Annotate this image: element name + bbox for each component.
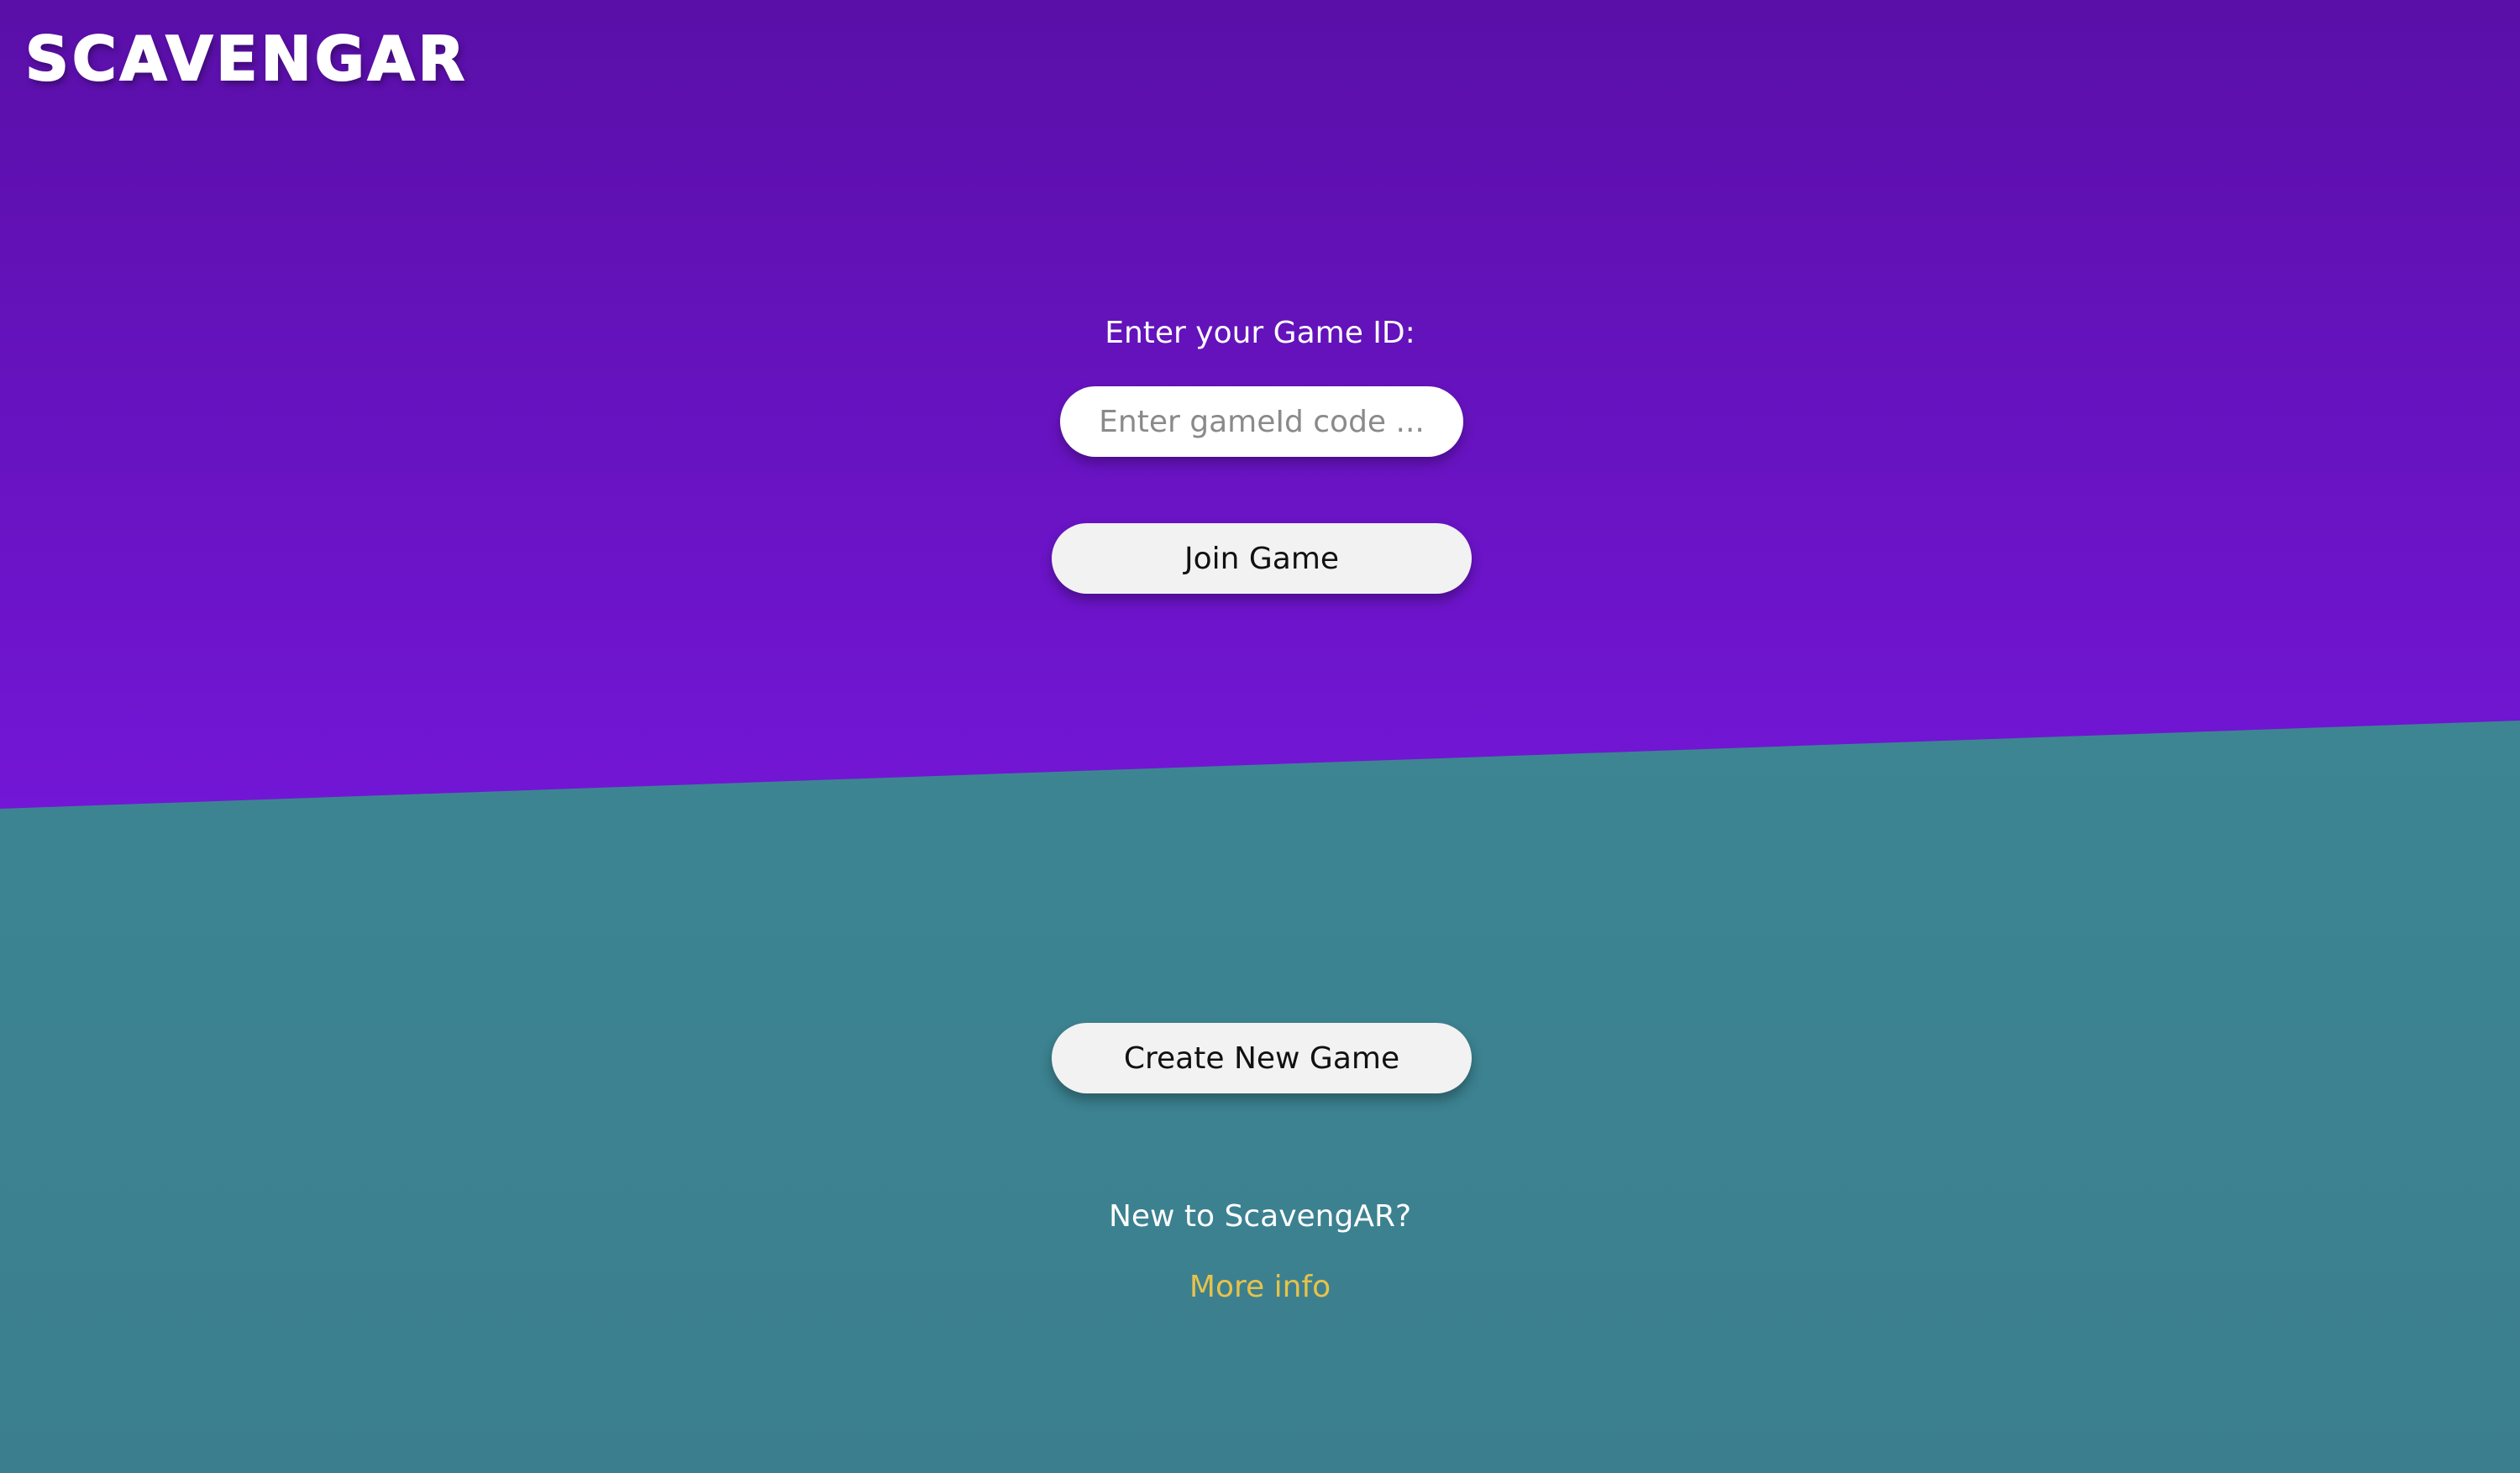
create-new-game-button[interactable]: Create New Game <box>1052 1023 1472 1093</box>
new-user-prompt: New to ScavengAR? <box>1108 1199 1412 1234</box>
more-info-link[interactable]: More info <box>1176 1266 1344 1308</box>
game-id-input[interactable] <box>1060 386 1463 457</box>
join-game-button[interactable]: Join Game <box>1052 523 1472 594</box>
game-id-label: Enter your Game ID: <box>1105 316 1415 350</box>
game-id-field-wrapper <box>1060 386 1463 457</box>
app-logo: SCAVENGAR <box>24 24 468 94</box>
purple-header-band <box>0 0 2520 809</box>
